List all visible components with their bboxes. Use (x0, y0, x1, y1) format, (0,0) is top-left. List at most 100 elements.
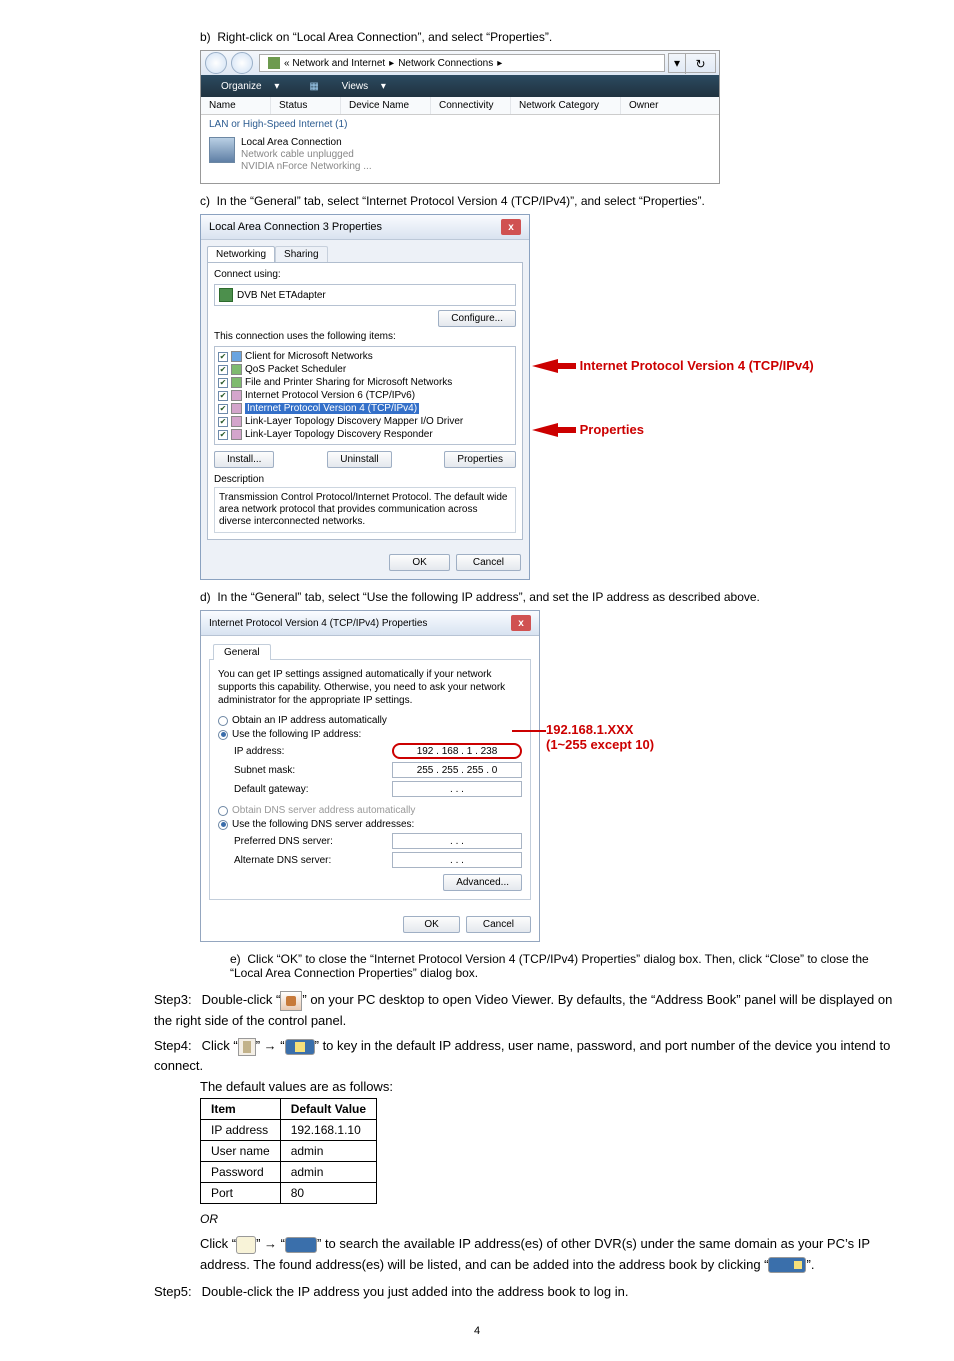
breadcrumb-sep2: ▸ (497, 58, 502, 69)
radio-icon (218, 730, 228, 740)
tab-networking[interactable]: Networking (207, 246, 275, 262)
tab-general[interactable]: General (213, 644, 271, 660)
dropdown-icon[interactable]: ▾ (669, 54, 685, 72)
radio-manual-dns[interactable]: Use the following DNS server addresses: (218, 819, 522, 830)
pref-dns-label: Preferred DNS server: (234, 836, 333, 847)
radio-manual-ip[interactable]: Use the following IP address: (218, 729, 522, 740)
connection-row[interactable]: Local Area Connection Network cable unpl… (201, 134, 719, 183)
step-b-text: Right-click on “Local Area Connection”, … (217, 30, 552, 44)
checkbox-icon[interactable]: ✔ (218, 430, 228, 440)
search-button-icon (285, 1237, 317, 1253)
breadcrumb-prefix: « Network and Internet (284, 58, 385, 69)
column-headers: Name Status Device Name Connectivity Net… (201, 97, 719, 115)
close-icon[interactable]: x (511, 615, 531, 631)
table-h1: Item (201, 1099, 281, 1120)
alt-dns-label: Alternate DNS server: (234, 855, 331, 866)
list-item[interactable]: ✔Link-Layer Topology Discovery Mapper I/… (218, 415, 512, 428)
callout-ip-range: 192.168.1.XXX (1~255 except 10) (546, 723, 654, 753)
network-icon (209, 137, 235, 163)
client-icon (231, 351, 242, 362)
nav-bar: « Network and Internet ▸ Network Connect… (201, 51, 719, 75)
list-item-ipv4[interactable]: ✔Internet Protocol Version 4 (TCP/IPv4) (218, 402, 512, 415)
checkbox-icon[interactable]: ✔ (218, 391, 228, 401)
forward-icon[interactable] (231, 52, 253, 74)
adapter-icon (219, 288, 233, 302)
group-header: LAN or High-Speed Internet (1) (201, 115, 719, 134)
list-item[interactable]: ✔Link-Layer Topology Discovery Responder (218, 428, 512, 441)
alt-dns-input[interactable]: . . . (392, 852, 522, 868)
checkbox-icon[interactable]: ✔ (218, 404, 228, 414)
install-button[interactable]: Install... (214, 451, 274, 468)
step5-text: Double-click the IP address you just add… (202, 1284, 629, 1299)
step-e: e) Click “OK” to close the “Internet Pro… (230, 952, 894, 980)
organize-menu[interactable]: Organize ▾ (201, 81, 289, 92)
magnifier-icon (236, 1236, 256, 1254)
ipv4-properties-dialog: Internet Protocol Version 4 (TCP/IPv4) P… (200, 610, 540, 942)
video-viewer-icon (280, 991, 302, 1011)
ok-button[interactable]: OK (389, 554, 449, 571)
checkbox-icon[interactable]: ✔ (218, 378, 228, 388)
properties-button[interactable]: Properties (444, 451, 516, 468)
list-item[interactable]: ✔Internet Protocol Version 6 (TCP/IPv6) (218, 389, 512, 402)
step3-t1: Double-click “ (202, 992, 281, 1007)
col-device[interactable]: Device Name (341, 97, 431, 114)
address-book-icon (238, 1038, 256, 1056)
col-status[interactable]: Status (271, 97, 341, 114)
pref-dns-input[interactable]: . . . (392, 833, 522, 849)
refresh-icon[interactable]: ↻ (685, 54, 715, 74)
step-b: b) Right-click on “Local Area Connection… (200, 30, 894, 44)
col-conn[interactable]: Connectivity (431, 97, 511, 114)
table-h2: Default Value (280, 1099, 376, 1120)
dialog-title: Local Area Connection 3 Properties (209, 221, 382, 233)
col-name[interactable]: Name (201, 97, 271, 114)
table-row: User nameadmin (201, 1141, 377, 1162)
subnet-mask-input[interactable]: 255 . 255 . 255 . 0 (392, 762, 522, 778)
ip-address-input[interactable]: 192 . 168 . 1 . 238 (392, 743, 522, 759)
step-c-text: In the “General” tab, select “Internet P… (217, 194, 705, 208)
dialog-title-bar: Local Area Connection 3 Properties x (201, 215, 529, 240)
table-row: Port80 (201, 1183, 377, 1204)
table-row: IP address192.168.1.10 (201, 1120, 377, 1141)
uninstall-button[interactable]: Uninstall (327, 451, 391, 468)
lac-properties-dialog: Local Area Connection 3 Properties x Net… (200, 214, 530, 580)
list-item[interactable]: ✔Client for Microsoft Networks (218, 350, 512, 363)
default-values-table: ItemDefault Value IP address192.168.1.10… (200, 1098, 377, 1204)
gw-label: Default gateway: (234, 784, 309, 795)
ok-button[interactable]: OK (403, 916, 459, 933)
or-label: OR (200, 1212, 894, 1226)
step4: Step4: Click “” → “” to key in the defau… (154, 1036, 894, 1075)
checkbox-icon[interactable]: ✔ (218, 417, 228, 427)
conn-status: Network cable unplugged (241, 149, 372, 161)
col-cat[interactable]: Network Category (511, 97, 621, 114)
radio-auto-dns: Obtain DNS server address automatically (218, 805, 522, 816)
tab-sharing[interactable]: Sharing (275, 246, 327, 262)
conn-name: Local Area Connection (241, 137, 372, 149)
list-item[interactable]: ✔File and Printer Sharing for Microsoft … (218, 376, 512, 389)
ip-dialog-title: Internet Protocol Version 4 (TCP/IPv4) P… (209, 618, 427, 629)
cancel-button[interactable]: Cancel (456, 554, 521, 571)
breadcrumb-sep: ▸ (389, 58, 394, 69)
toolbar: Organize ▾ ▦ Views ▾ (201, 75, 719, 97)
step4-alt: Click “” → “” to search the available IP… (200, 1234, 894, 1276)
list-item[interactable]: ✔QoS Packet Scheduler (218, 363, 512, 376)
lltd-responder-icon (231, 429, 242, 440)
radio-auto-ip[interactable]: Obtain an IP address automatically (218, 715, 522, 726)
checkbox-icon[interactable]: ✔ (218, 352, 228, 362)
back-icon[interactable] (205, 52, 227, 74)
gateway-input[interactable]: . . . (392, 781, 522, 797)
ipv6-icon (231, 390, 242, 401)
qos-icon (231, 364, 242, 375)
close-icon[interactable]: x (501, 219, 521, 235)
mask-label: Subnet mask: (234, 765, 295, 776)
configure-button[interactable]: Configure... (438, 310, 516, 327)
views-menu[interactable]: ▦ Views ▾ (289, 81, 396, 92)
checkbox-icon[interactable]: ✔ (218, 365, 228, 375)
col-owner[interactable]: Owner (621, 97, 681, 114)
ipv4-icon (231, 403, 242, 414)
items-label: This connection uses the following items… (214, 331, 516, 342)
cancel-button[interactable]: Cancel (466, 916, 531, 933)
breadcrumb[interactable]: « Network and Internet ▸ Network Connect… (259, 54, 665, 72)
advanced-button[interactable]: Advanced... (443, 874, 522, 891)
step-d-text: In the “General” tab, select “Use the fo… (217, 590, 760, 604)
callout-properties: Properties (532, 422, 644, 437)
